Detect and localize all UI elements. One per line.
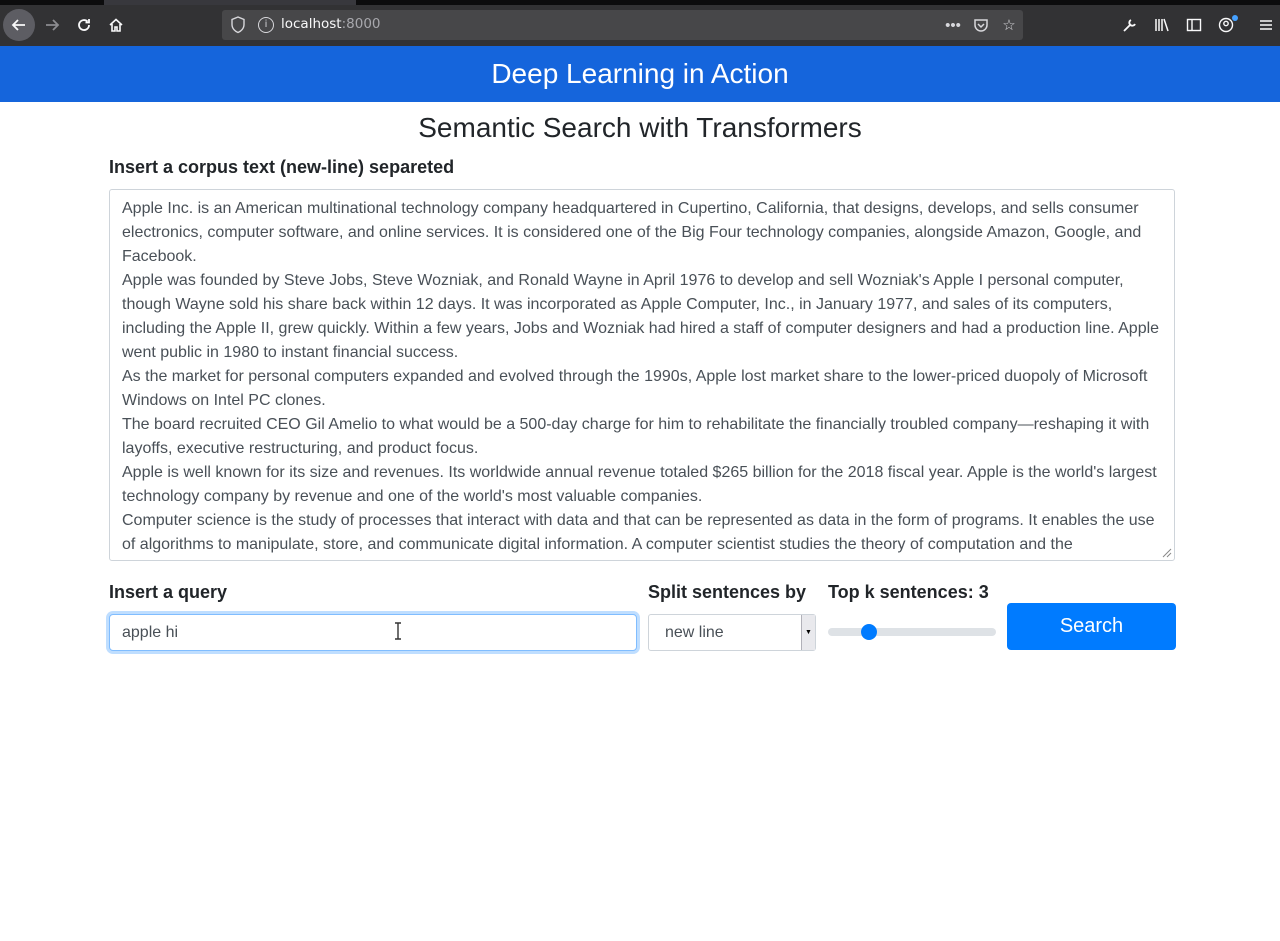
text-cursor-icon — [395, 622, 401, 640]
resize-handle-icon[interactable] — [1160, 546, 1172, 558]
arrow-right-icon — [46, 19, 60, 31]
bookmark-star-icon[interactable]: ☆ — [999, 15, 1019, 35]
url-port: :8000 — [341, 16, 381, 32]
browser-toolbar: i localhost:8000 ••• ☆ — [0, 5, 1280, 47]
corpus-line: Apple was founded by Steve Jobs, Steve W… — [122, 272, 1160, 361]
notification-dot — [1232, 15, 1238, 21]
pocket-icon[interactable] — [971, 15, 991, 35]
reload-button[interactable] — [68, 9, 100, 41]
back-button[interactable] — [3, 9, 35, 41]
home-icon — [109, 18, 123, 32]
home-button[interactable] — [100, 9, 132, 41]
page-actions-icon[interactable]: ••• — [943, 15, 963, 35]
corpus-line: Apple Inc. is an American multinational … — [122, 200, 1142, 265]
tracking-shield-icon[interactable] — [230, 16, 246, 34]
developer-tools-icon[interactable] — [1119, 14, 1141, 36]
topk-slider-track[interactable] — [828, 628, 996, 636]
corpus-label: Insert a corpus text (new-line) separete… — [109, 157, 455, 177]
query-input[interactable]: apple hi — [109, 614, 637, 651]
site-info-icon[interactable]: i — [258, 17, 274, 33]
page-title: Semantic Search with Transformers — [418, 112, 862, 143]
topk-slider-thumb[interactable] — [861, 624, 877, 640]
corpus-line: As the market for personal computers exp… — [122, 368, 1148, 409]
sidebar-icon[interactable] — [1183, 14, 1205, 36]
url-text: localhost:8000 — [281, 16, 381, 32]
arrow-left-icon — [11, 19, 25, 31]
menu-icon[interactable] — [1255, 14, 1277, 36]
split-selected-value: new line — [665, 624, 724, 641]
corpus-text: Apple Inc. is an American multinational … — [110, 190, 1174, 557]
split-select[interactable]: new line ▼ — [648, 614, 816, 651]
chevron-down-icon[interactable]: ▼ — [801, 615, 815, 650]
url-bar[interactable]: i localhost:8000 ••• ☆ — [222, 10, 1023, 40]
reload-icon — [78, 19, 90, 31]
topk-label: Top k sentences: 3 — [828, 582, 989, 602]
app-title: Deep Learning in Action — [491, 58, 789, 89]
library-icon[interactable] — [1151, 14, 1173, 36]
query-value: apple hi — [122, 623, 179, 641]
corpus-textarea[interactable]: Apple Inc. is an American multinational … — [109, 189, 1175, 561]
app-header: Deep Learning in Action — [0, 46, 1280, 102]
url-host: localhost — [281, 16, 342, 32]
corpus-line: Apple is well known for its size and rev… — [122, 464, 1157, 505]
query-label: Insert a query — [109, 582, 228, 602]
corpus-line: The board recruited CEO Gil Amelio to wh… — [122, 416, 1150, 457]
split-label: Split sentences by — [648, 582, 807, 602]
search-button[interactable]: Search — [1007, 603, 1176, 650]
corpus-line: Computer science is the study of process… — [122, 512, 1155, 553]
forward-button[interactable] — [36, 9, 68, 41]
